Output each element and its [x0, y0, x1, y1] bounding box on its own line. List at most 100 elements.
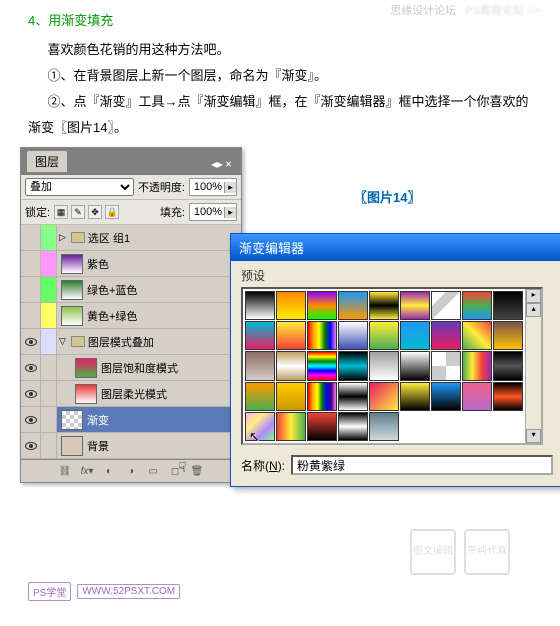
- layer-label: 黄色+绿色: [87, 308, 241, 324]
- panel-tab[interactable]: 图层: [27, 151, 67, 172]
- gradient-swatch[interactable]: [276, 351, 306, 380]
- preset-scrollbar[interactable]: ▸ ▴ ▾: [525, 289, 541, 443]
- lock-row: 锁定: ▦ ✎ ✥ 🔒 填充: ▸: [21, 200, 241, 225]
- lock-transparency-icon[interactable]: ▦: [54, 205, 68, 219]
- gradient-swatch[interactable]: [369, 291, 399, 320]
- layer-color-box: [41, 303, 57, 328]
- layer-color-box: [41, 381, 57, 406]
- visibility-toggle[interactable]: [21, 381, 41, 406]
- gradient-swatch[interactable]: [338, 412, 368, 441]
- scroll-down-icon[interactable]: ▾: [526, 429, 541, 443]
- gradient-swatch[interactable]: [307, 321, 337, 350]
- gradient-swatch[interactable]: [338, 351, 368, 380]
- gradient-swatch[interactable]: [431, 321, 461, 350]
- gradient-swatch[interactable]: [307, 351, 337, 380]
- gradient-swatch[interactable]: [307, 291, 337, 320]
- gradient-swatch[interactable]: [307, 382, 337, 411]
- layer-item-0[interactable]: ▷ 选区 组1: [21, 225, 241, 251]
- gradient-swatch[interactable]: [338, 382, 368, 411]
- gradient-name-input[interactable]: [291, 455, 553, 475]
- gradient-swatch[interactable]: [400, 351, 430, 380]
- gradient-swatch[interactable]: [276, 321, 306, 350]
- gradient-swatch[interactable]: [462, 321, 492, 350]
- gradient-swatch[interactable]: [369, 321, 399, 350]
- link-icon[interactable]: ⛓: [57, 464, 73, 478]
- visibility-toggle[interactable]: [21, 277, 41, 302]
- gradient-swatch[interactable]: [400, 321, 430, 350]
- gradient-swatch[interactable]: [245, 321, 275, 350]
- gradient-swatch[interactable]: [369, 351, 399, 380]
- layer-color-box: [41, 329, 57, 354]
- eye-icon: [25, 338, 37, 346]
- layer-item-7[interactable]: 渐变: [21, 407, 241, 433]
- gradient-swatch[interactable]: [400, 291, 430, 320]
- eye-icon: [25, 390, 37, 398]
- adjustment-icon[interactable]: ◑: [123, 464, 139, 478]
- layer-color-box: [41, 277, 57, 302]
- gradient-swatch[interactable]: [245, 291, 275, 320]
- eye-icon: [25, 416, 37, 424]
- visibility-toggle[interactable]: [21, 407, 41, 432]
- disclosure-triangle-icon[interactable]: ▽: [57, 336, 68, 347]
- gradient-swatch[interactable]: [462, 291, 492, 320]
- layer-label: 渐变: [87, 412, 241, 428]
- lock-move-icon[interactable]: ✥: [88, 205, 102, 219]
- mask-icon[interactable]: ◐: [101, 464, 117, 478]
- scroll-up-icon[interactable]: ▴: [526, 303, 541, 317]
- layer-item-6[interactable]: 图层柔光模式: [21, 381, 241, 407]
- opacity-input[interactable]: [190, 181, 224, 193]
- gradient-swatch[interactable]: [431, 291, 461, 320]
- gradient-swatch[interactable]: [493, 351, 523, 380]
- layer-item-3[interactable]: 黄色+绿色: [21, 303, 241, 329]
- name-label: 名称(N):: [241, 457, 285, 474]
- gradient-swatch[interactable]: [462, 351, 492, 380]
- disclosure-triangle-icon[interactable]: ▷: [57, 232, 68, 243]
- fx-icon[interactable]: fx▾: [79, 464, 95, 478]
- fill-input[interactable]: [190, 206, 224, 218]
- layer-label: 绿色+蓝色: [87, 282, 241, 298]
- layer-item-1[interactable]: 紫色: [21, 251, 241, 277]
- visibility-toggle[interactable]: [21, 329, 41, 354]
- trash-icon[interactable]: 🗑: [189, 464, 205, 478]
- fill-arrow-icon[interactable]: ▸: [224, 207, 236, 218]
- visibility-toggle[interactable]: [21, 355, 41, 380]
- scroll-menu-icon[interactable]: ▸: [526, 289, 541, 303]
- visibility-toggle[interactable]: [21, 251, 41, 276]
- folder-icon: [71, 336, 85, 347]
- blend-mode-select[interactable]: 叠加: [25, 178, 134, 196]
- gradient-swatch[interactable]: [245, 382, 275, 411]
- gradient-swatch[interactable]: [338, 321, 368, 350]
- layer-item-5[interactable]: 图层饱和度模式: [21, 355, 241, 381]
- gradient-swatch[interactable]: [307, 412, 337, 441]
- opacity-arrow-icon[interactable]: ▸: [224, 182, 236, 193]
- gradient-swatch[interactable]: [431, 382, 461, 411]
- gradient-swatch[interactable]: [369, 412, 399, 441]
- paragraph-2: ②、点『渐变』工具→点『渐变编辑』框，在『渐变编辑器』框中选择一个你喜欢的渐变〖…: [20, 89, 540, 141]
- visibility-toggle[interactable]: [21, 225, 41, 250]
- gradient-swatch[interactable]: [493, 321, 523, 350]
- gradient-swatch[interactable]: [493, 291, 523, 320]
- visibility-toggle[interactable]: [21, 303, 41, 328]
- gradient-swatch[interactable]: [338, 291, 368, 320]
- panel-close-icon[interactable]: ×: [225, 157, 235, 167]
- lock-all-icon[interactable]: 🔒: [105, 205, 119, 219]
- layer-label: 选区 组1: [88, 230, 241, 246]
- layer-list: ▷ 选区 组1 紫色绿色+蓝色黄色+绿色 ▽图层模式叠加图层饱和度模式图层柔光模式渐变…: [21, 225, 241, 459]
- gradient-swatch[interactable]: [276, 291, 306, 320]
- gradient-swatch[interactable]: [462, 382, 492, 411]
- new-group-icon[interactable]: ▭: [145, 464, 161, 478]
- gradient-swatch[interactable]: [493, 382, 523, 411]
- paragraph-1: ①、在背景图层上新一个图层，命名为『渐变』。: [20, 63, 540, 89]
- gradient-swatch[interactable]: [276, 382, 306, 411]
- gradient-swatch[interactable]: [276, 412, 306, 441]
- gradient-swatch[interactable]: [400, 382, 430, 411]
- layer-item-8[interactable]: 背景: [21, 433, 241, 459]
- panel-menu-icon[interactable]: ◂▸: [211, 157, 221, 167]
- gradient-swatch[interactable]: [369, 382, 399, 411]
- lock-paint-icon[interactable]: ✎: [71, 205, 85, 219]
- layer-item-4[interactable]: ▽图层模式叠加: [21, 329, 241, 355]
- visibility-toggle[interactable]: [21, 433, 41, 458]
- gradient-swatch[interactable]: [245, 351, 275, 380]
- layer-item-2[interactable]: 绿色+蓝色: [21, 277, 241, 303]
- gradient-swatch[interactable]: [431, 351, 461, 380]
